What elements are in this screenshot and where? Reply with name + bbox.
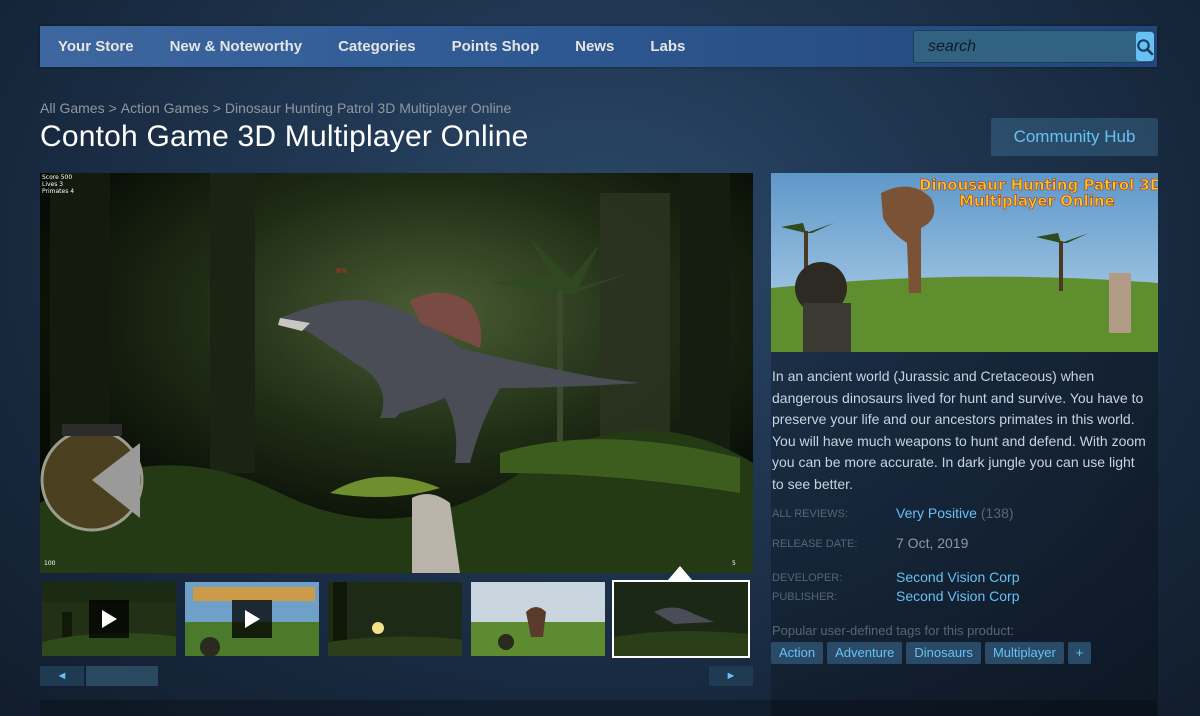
breadcrumb: All Games > Action Games > Dinosaur Hunting … [40,100,511,116]
nav-points-shop[interactable]: Points Shop [434,26,558,67]
selected-thumb-caret [668,566,692,580]
tag-adventure[interactable]: Adventure [827,642,903,664]
search-button[interactable] [1136,32,1154,61]
tag-multiplayer[interactable]: Multiplayer [984,642,1064,664]
breadcrumb-all-games[interactable]: All Games [40,100,105,116]
game-header-capsule: Dinousaur Hunting Patrol 3D Multiplayer … [771,173,1158,352]
capsule-title-line2: Multiplayer Online [959,192,1115,210]
screenshot-thumb-5[interactable] [612,580,750,658]
community-hub-button[interactable]: Community Hub [991,118,1158,156]
nav-categories[interactable]: Categories [320,26,434,67]
screenshot-strip [40,580,753,658]
hud-lives: Lives 3 [42,181,63,188]
publisher-link[interactable]: Second Vision Corp [896,588,1019,604]
nav-your-store[interactable]: Your Store [40,26,152,67]
search-input[interactable] [914,31,1136,62]
hud-score: Score 500 [42,174,72,181]
add-tag-button[interactable]: + [1067,642,1092,664]
hud-crosshair-pct: 8% [336,267,347,275]
thumb-scrollbar[interactable]: ◄ ► [40,666,753,686]
search-icon [1137,38,1154,55]
reviews-count: (138) [980,505,1014,521]
breadcrumb-action-games[interactable]: Action Games [121,100,209,116]
release-date-label: RELEASE DATE: [772,538,858,550]
hud-primates: Primates 4 [42,188,74,195]
release-date-value: 7 Oct, 2019 [896,535,969,551]
developer-link[interactable]: Second Vision Corp [896,569,1019,585]
scroll-right-arrow-icon[interactable]: ► [709,666,753,686]
nav-labs[interactable]: Labs [632,26,703,67]
store-nav-bar: Your Store New & Noteworthy Categories P… [40,26,1157,67]
scroll-left-arrow-icon[interactable]: ◄ [40,666,84,686]
thumb-image [471,582,605,656]
video-thumb-2[interactable] [183,580,321,658]
screenshot-thumb-4[interactable] [469,580,607,658]
developer-label: DEVELOPER: [772,572,843,584]
tags-label: Popular user-defined tags for this produ… [772,623,1015,638]
breadcrumb-separator: > [212,100,221,116]
game-info-panel: Dinousaur Hunting Patrol 3D Multiplayer … [771,173,1158,716]
nav-news[interactable]: News [557,26,632,67]
breadcrumb-game[interactable]: Dinosaur Hunting Patrol 3D Multiplayer O… [225,100,511,116]
reviews-label: ALL REVIEWS: [772,508,849,520]
section-divider [40,700,1157,716]
tag-action[interactable]: Action [771,642,824,664]
play-icon [232,600,272,638]
thumb-image [328,582,462,656]
page-title: Contoh Game 3D Multiplayer Online [40,120,529,153]
tag-dinosaurs[interactable]: Dinosaurs [906,642,981,664]
scroll-thumb[interactable] [86,666,158,686]
screenshot-thumb-3[interactable] [326,580,464,658]
hud-health: 100 [44,560,56,567]
publisher-label: PUBLISHER: [772,591,838,603]
breadcrumb-separator: > [108,100,117,116]
capsule-image: Dinousaur Hunting Patrol 3D Multiplayer … [771,173,1158,352]
game-description: In an ancient world (Jurassic and Cretac… [772,368,1146,492]
main-screenshot[interactable]: Score 500 Lives 3 Primates 4 8% 100 5 [40,173,753,573]
reviews-value: Very Positive (138) [896,505,1014,521]
nav-new-noteworthy[interactable]: New & Noteworthy [152,26,321,67]
tags-list: Action Adventure Dinosaurs Multiplayer + [771,642,1092,664]
jungle-scene-image: Score 500 Lives 3 Primates 4 8% 100 5 [40,173,753,573]
play-icon [89,600,129,638]
hud-ammo: 5 [732,560,736,567]
video-thumb-1[interactable] [40,580,178,658]
thumb-image [614,582,748,656]
reviews-summary-link[interactable]: Very Positive [896,505,977,521]
search-box [913,30,1154,63]
